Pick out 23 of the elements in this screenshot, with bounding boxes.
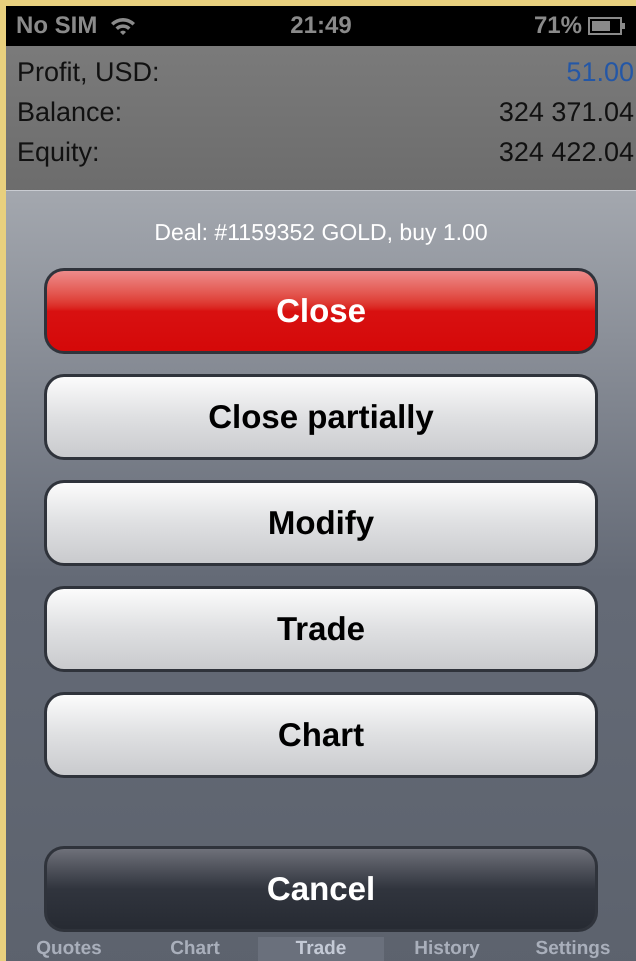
tab-item[interactable]: Chart — [132, 937, 258, 961]
action-button[interactable]: Close — [47, 270, 595, 350]
tab-item[interactable]: Trade — [258, 937, 384, 961]
account-value: 324 371.04 — [498, 96, 634, 129]
clock-time: 21:49 — [289, 11, 353, 41]
account-label: Equity: — [17, 136, 100, 169]
cancel-button[interactable]: Cancel — [47, 848, 595, 928]
account-value: 51.00 — [566, 56, 634, 89]
sheet-title: Deal: #1159352 GOLD, buy 1.00 — [153, 218, 489, 247]
action-button[interactable]: Chart — [47, 694, 595, 774]
battery-percent: 71% — [534, 11, 582, 41]
wifi-icon — [109, 16, 138, 36]
action-button[interactable]: Modify — [47, 482, 595, 562]
tab-item[interactable]: Quotes — [6, 937, 132, 961]
tab-item[interactable]: History — [384, 937, 510, 961]
action-button[interactable]: Trade — [47, 588, 595, 668]
account-label: Balance: — [17, 96, 122, 129]
carrier-label: No SIM — [16, 11, 98, 41]
action-button[interactable]: Close partially — [47, 376, 595, 456]
battery-icon — [588, 16, 626, 36]
tab-item[interactable]: Settings — [510, 937, 636, 961]
account-value: 324 422.04 — [498, 136, 634, 169]
account-label: Profit, USD: — [17, 56, 160, 89]
